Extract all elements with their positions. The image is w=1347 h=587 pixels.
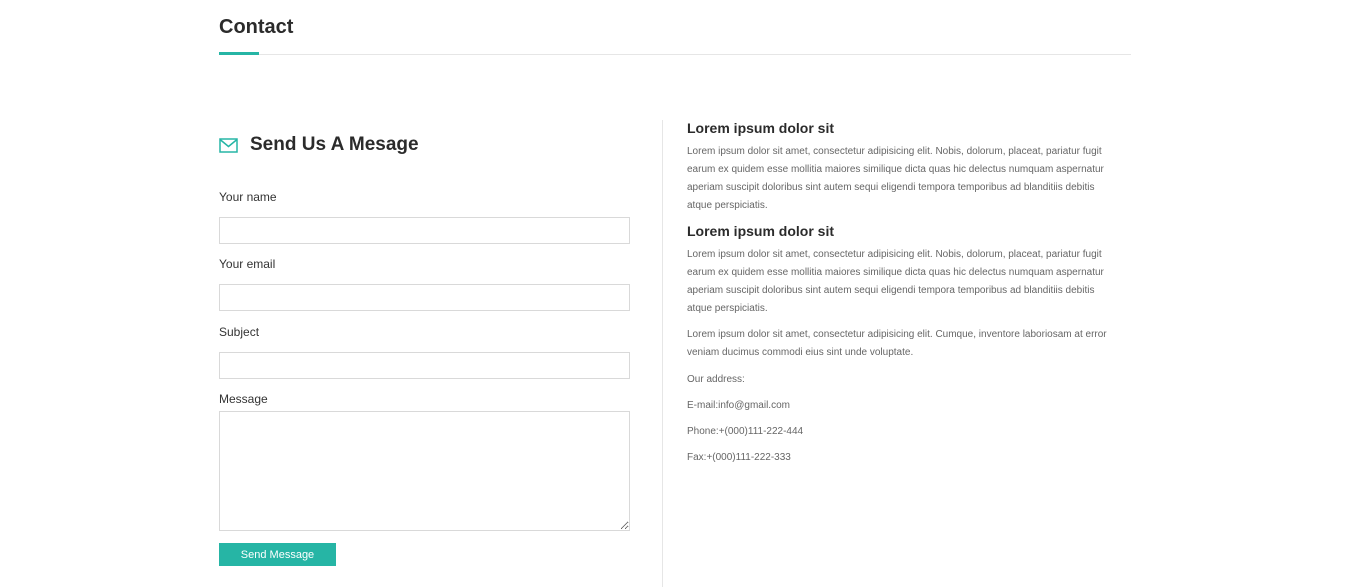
phone-line: Phone:+(000)111-222-444 xyxy=(687,426,804,437)
envelope-icon xyxy=(219,137,238,153)
form-heading: Send Us A Mesage xyxy=(219,134,419,156)
email-line: E-mail:info@gmail.com xyxy=(687,400,790,411)
info-heading-2: Lorem ipsum dolor sit xyxy=(687,223,835,239)
info-paragraph-1: Lorem ipsum dolor sit amet, consectetur … xyxy=(687,146,1104,211)
subject-input[interactable] xyxy=(219,352,630,379)
title-divider xyxy=(219,54,1131,55)
subject-label: Subject xyxy=(219,325,260,339)
page-title: Contact xyxy=(219,16,294,38)
message-textarea[interactable] xyxy=(219,411,630,531)
info-heading-1: Lorem ipsum dolor sit xyxy=(687,120,835,136)
contact-page: Contact Send Us A Mesage Your name Your … xyxy=(0,0,1347,587)
info-paragraph-2: Lorem ipsum dolor sit amet, consectetur … xyxy=(687,249,1104,314)
info-paragraph-3: Lorem ipsum dolor sit amet, consectetur … xyxy=(687,329,1107,358)
name-label: Your name xyxy=(219,190,277,204)
address-label: Our address: xyxy=(687,374,745,385)
message-label: Message xyxy=(219,392,268,406)
send-message-button[interactable]: Send Message xyxy=(219,543,336,566)
title-accent-bar xyxy=(219,52,259,55)
name-input[interactable] xyxy=(219,217,630,244)
email-input[interactable] xyxy=(219,284,630,311)
email-label: Your email xyxy=(219,257,276,271)
fax-line: Fax:+(000)111-222-333 xyxy=(687,452,791,463)
form-heading-text: Send Us A Mesage xyxy=(250,134,419,155)
column-divider xyxy=(662,120,663,587)
